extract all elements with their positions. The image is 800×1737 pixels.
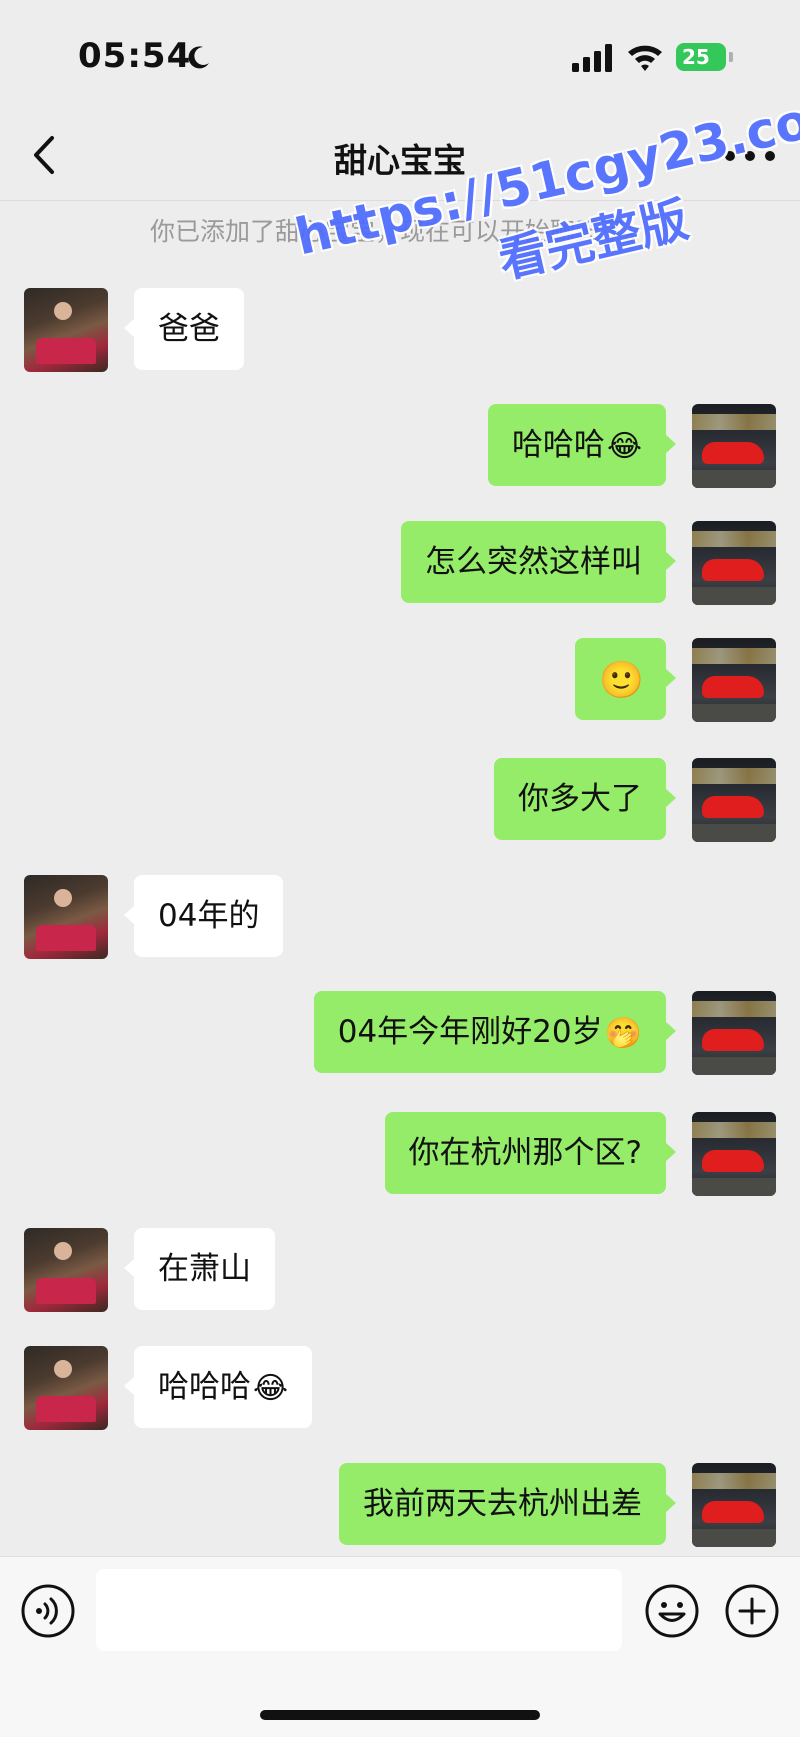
my-avatar[interactable] (692, 991, 776, 1075)
message-text: 在萧山 (158, 1251, 251, 1287)
tears-of-joy-emoji-icon: 😂 (606, 428, 642, 464)
smile-emoji-icon: 🙂 (599, 659, 644, 701)
my-avatar[interactable] (692, 638, 776, 722)
my-avatar[interactable] (692, 521, 776, 605)
contact-avatar[interactable] (24, 1346, 108, 1430)
contact-avatar[interactable] (24, 1228, 108, 1312)
my-avatar[interactable] (692, 1463, 776, 1547)
status-time: 05:54 (78, 36, 192, 76)
my-avatar[interactable] (692, 404, 776, 488)
battery-tip (729, 52, 733, 62)
message-text: 你在杭州那个区? (408, 1135, 642, 1171)
wifi-icon (628, 45, 662, 71)
sent-message-bubble[interactable]: 哈哈哈😂 (487, 404, 677, 486)
message-input[interactable] (96, 1569, 622, 1651)
moon-icon (188, 46, 209, 69)
sent-message-bubble[interactable]: 我前两天去杭州出差 (339, 1463, 676, 1545)
sent-message-bubble[interactable]: 怎么突然这样叫 (401, 521, 676, 603)
status-bar: 05:54 25 (0, 0, 800, 110)
battery-indicator: 25 (676, 43, 726, 71)
tears-of-joy-emoji-icon: 😂 (253, 1370, 289, 1406)
voice-input-icon[interactable] (20, 1583, 76, 1639)
message-text: 哈哈哈 (511, 427, 605, 463)
received-message-bubble[interactable]: 爸爸 (124, 288, 244, 370)
contact-avatar[interactable] (24, 875, 108, 959)
sent-message-bubble[interactable]: 你在杭州那个区? (384, 1112, 677, 1194)
received-message-bubble[interactable]: 哈哈哈😂 (123, 1346, 313, 1428)
hand-over-mouth-emoji-icon: 🤭 (604, 1015, 642, 1051)
message-text: 04年今年刚好20岁 (337, 1014, 603, 1050)
home-indicator (260, 1710, 540, 1720)
message-text: 爸爸 (158, 311, 220, 347)
received-message-bubble[interactable]: 在萧山 (124, 1228, 275, 1310)
emoji-picker-icon[interactable] (644, 1583, 700, 1639)
sent-message-bubble[interactable]: 04年今年刚好20岁🤭 (313, 991, 677, 1073)
message-text: 你多大了 (518, 781, 642, 817)
plus-icon[interactable] (724, 1583, 780, 1639)
my-avatar[interactable] (692, 758, 776, 842)
sent-message-bubble[interactable]: 🙂 (575, 638, 676, 720)
message-text: 我前两天去杭州出差 (363, 1486, 642, 1522)
message-text: 哈哈哈 (158, 1369, 251, 1405)
my-avatar[interactable] (692, 1112, 776, 1196)
signal-icon (572, 44, 612, 72)
message-text: 怎么突然这样叫 (425, 544, 642, 580)
contact-avatar[interactable] (24, 288, 108, 372)
message-text: 04年的 (158, 898, 260, 934)
received-message-bubble[interactable]: 04年的 (123, 875, 284, 957)
sent-message-bubble[interactable]: 你多大了 (494, 758, 676, 840)
